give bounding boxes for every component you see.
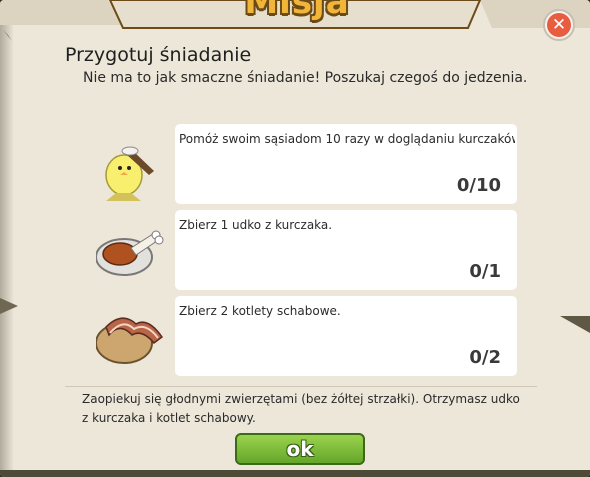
task-description: Zbierz 2 kotlety schabowe. [179, 304, 341, 318]
task-description: Zbierz 1 udko z kurczaka. [179, 218, 333, 232]
reward-description: Zaopiekuj się głodnymi zwierzętami (bez … [82, 392, 520, 425]
drumstick-icon [96, 230, 164, 276]
chick-icon [105, 146, 154, 201]
ok-label: ok [286, 437, 314, 461]
task-progress: 0/10 [456, 175, 501, 196]
mission-dialog: Misja ✕ Przygotuj śniadanie Nie ma to ja… [0, 0, 590, 477]
task-progress: 0/2 [469, 347, 501, 368]
task-description: Pomóż swoim sąsiadom 10 razy w doglądani… [179, 132, 515, 146]
pork-chop-icon [96, 317, 164, 364]
task-progress: 0/1 [469, 261, 501, 282]
quest-title: Przygotuj śniadanie [65, 44, 252, 66]
close-icon: ✕ [547, 13, 571, 37]
dialog-title: Misja [244, 0, 350, 22]
footer-divider [65, 386, 537, 387]
quest-intro: Nie ma to jak smaczne śniadanie! Poszuka… [83, 70, 528, 86]
ok-button[interactable]: ok [235, 433, 365, 465]
title-banner: Misja [112, 0, 482, 32]
close-button[interactable]: ✕ [543, 9, 575, 41]
task-card-3: Zbierz 2 kotlety schabowe. 0/2 [175, 296, 517, 376]
task-card-1: Pomóż swoim sąsiadom 10 razy w doglądani… [175, 124, 517, 204]
task-card-2: Zbierz 1 udko z kurczaka. 0/1 [175, 210, 517, 290]
